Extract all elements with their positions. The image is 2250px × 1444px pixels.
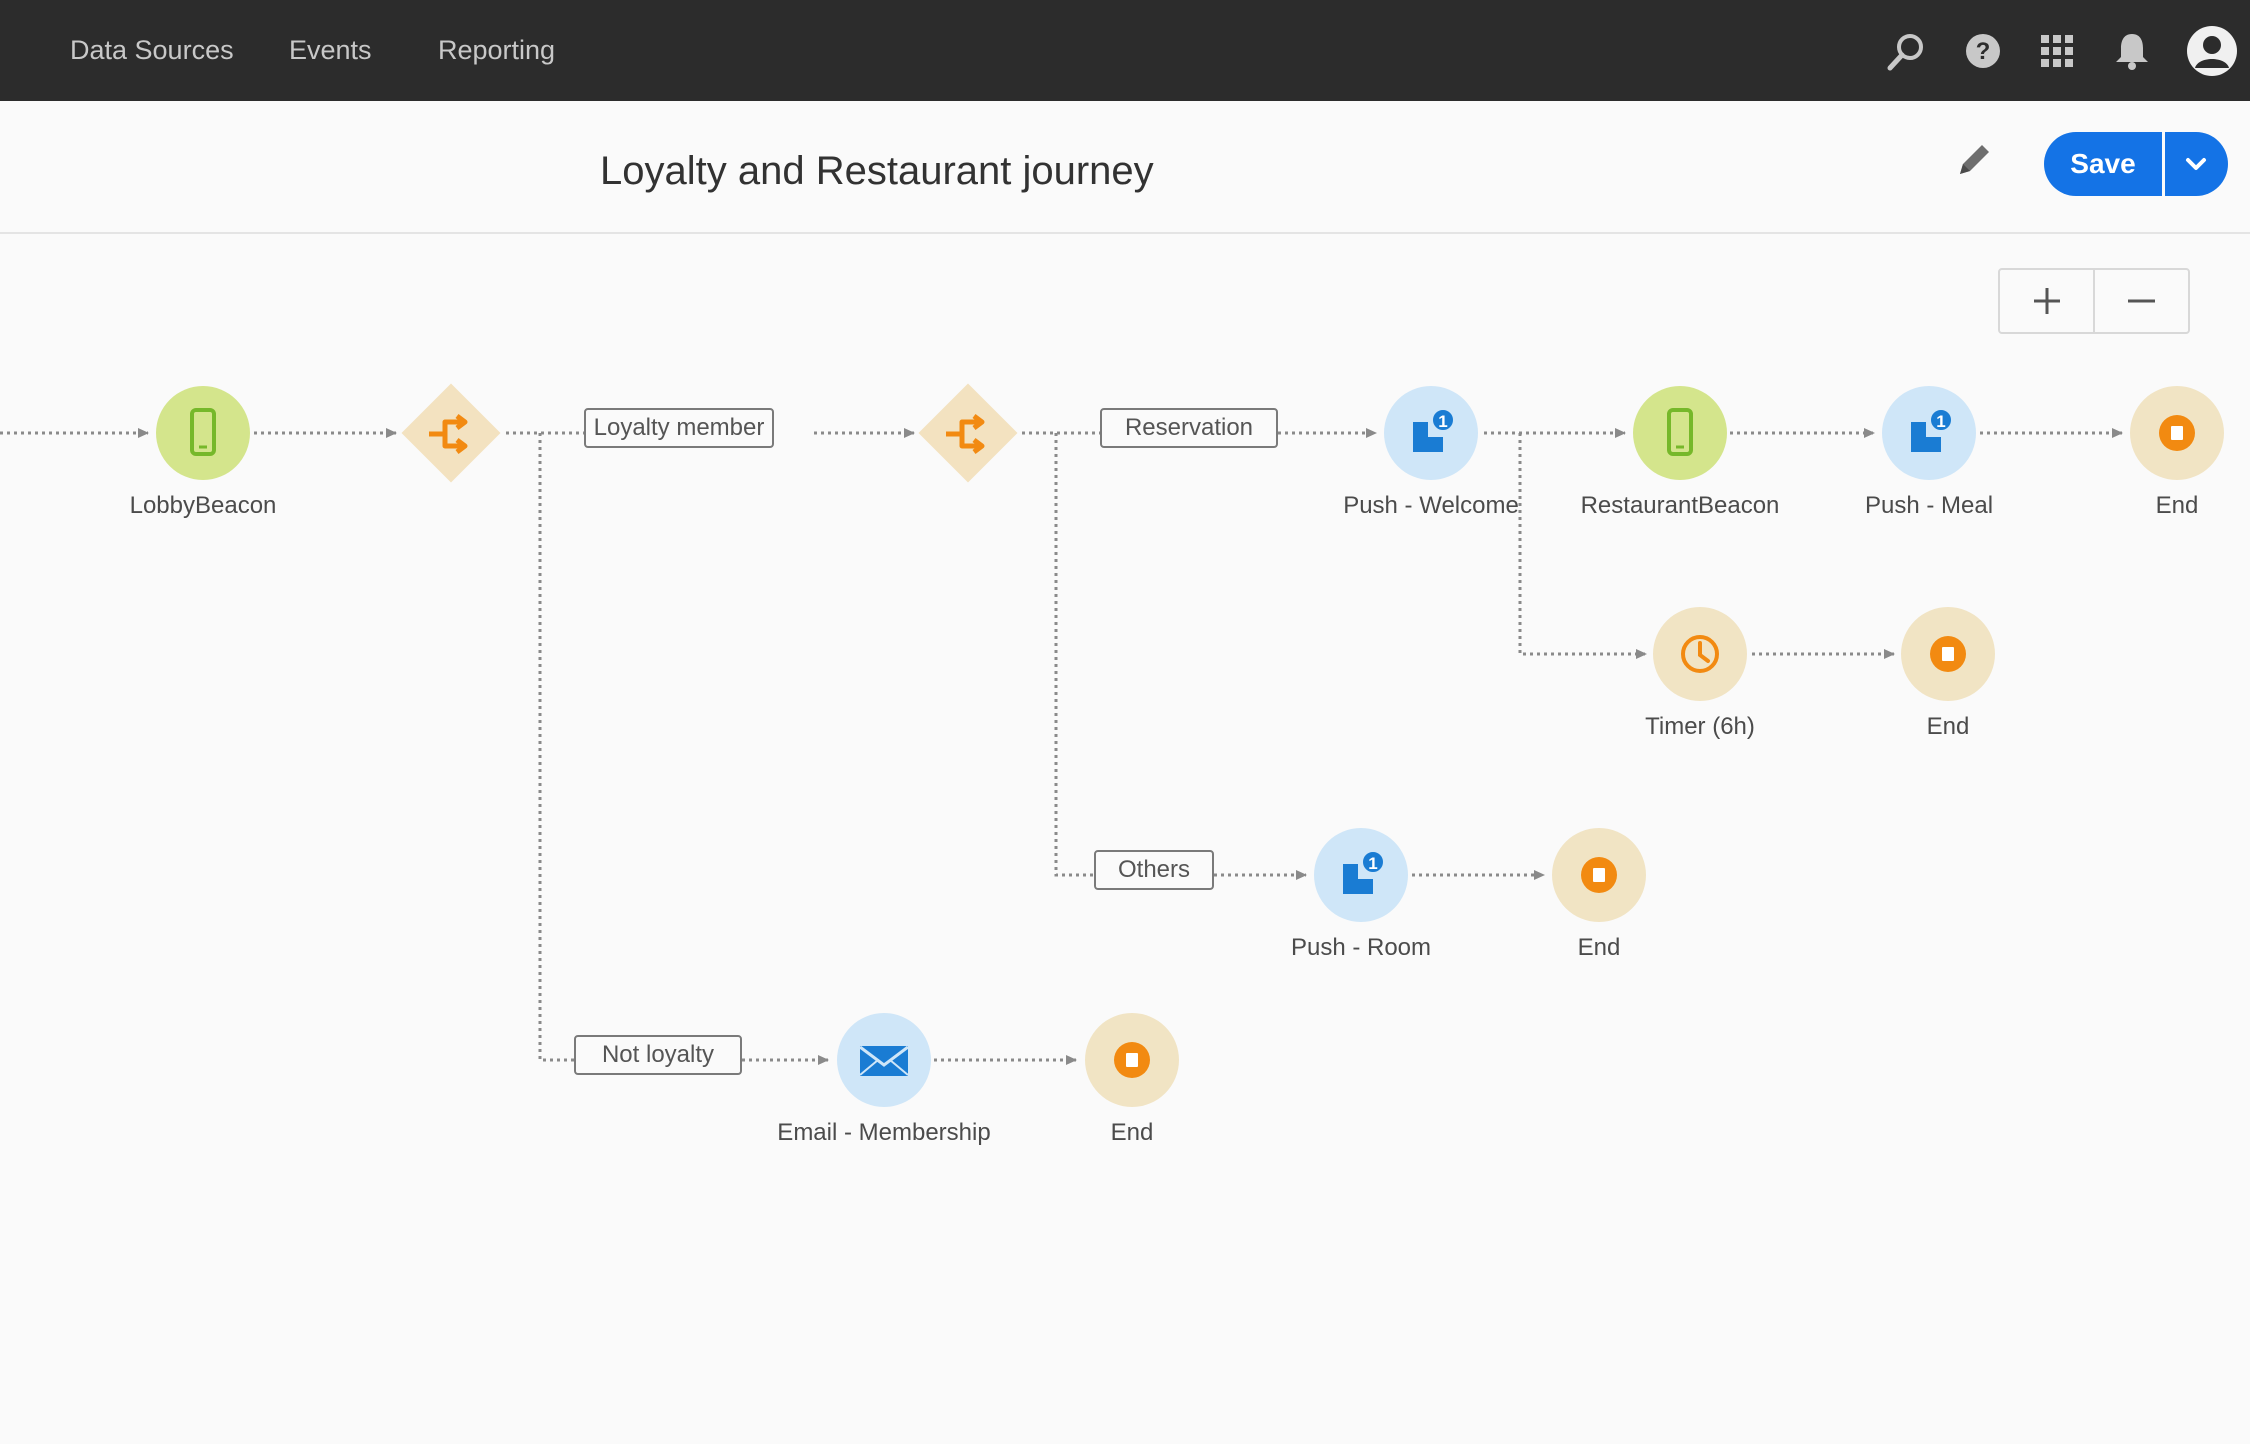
push-notification-icon: 1 (1413, 408, 1455, 452)
pencil-icon[interactable] (1956, 142, 1992, 183)
node-label: Push - Welcome (1343, 492, 1519, 519)
node-label: End (1577, 934, 1621, 961)
svg-text:?: ? (1976, 38, 1991, 65)
branch-label-loyalty-member[interactable]: Loyalty member (584, 408, 774, 448)
bell-icon[interactable] (2115, 32, 2149, 75)
push-room-node[interactable]: 1 (1314, 828, 1408, 922)
svg-text:1: 1 (1368, 854, 1377, 873)
end-node[interactable] (1085, 1013, 1179, 1107)
journey-canvas[interactable]: LobbyBeacon Loyalty member Reservation 1… (0, 234, 2250, 1444)
top-navigation-bar: Data Sources Events Reporting ? (0, 0, 2250, 101)
nav-reporting[interactable]: Reporting (438, 30, 555, 70)
mobile-phone-icon (1667, 408, 1693, 456)
stop-icon (1930, 636, 1966, 672)
push-meal-node[interactable]: 1 (1882, 386, 1976, 480)
node-label: End (1926, 713, 1970, 740)
svg-text:1: 1 (1936, 412, 1945, 431)
journey-header: Loyalty and Restaurant journey (0, 101, 2250, 234)
email-membership-node[interactable] (837, 1013, 931, 1107)
clock-icon (1681, 635, 1719, 673)
node-label: End (2155, 492, 2199, 519)
envelope-icon (859, 1045, 909, 1076)
node-label: LobbyBeacon (129, 492, 277, 519)
lobby-beacon-node[interactable] (156, 386, 250, 480)
push-notification-icon: 1 (1911, 408, 1953, 452)
end-node[interactable] (1901, 607, 1995, 701)
search-icon[interactable] (1886, 32, 1926, 77)
end-node[interactable] (2130, 386, 2224, 480)
svg-text:1: 1 (1438, 412, 1447, 431)
split-arrows-icon (944, 414, 992, 459)
end-node[interactable] (1552, 828, 1646, 922)
branch-label-not-loyalty[interactable]: Not loyalty (574, 1035, 742, 1075)
page-title: Loyalty and Restaurant journey (600, 149, 1154, 193)
stop-icon (2159, 415, 2195, 451)
save-button[interactable]: Save (2044, 132, 2162, 196)
timer-node[interactable] (1653, 607, 1747, 701)
node-label: RestaurantBeacon (1580, 492, 1780, 519)
restaurant-beacon-node[interactable] (1633, 386, 1727, 480)
mobile-phone-icon (190, 408, 216, 456)
stop-icon (1114, 1042, 1150, 1078)
chevron-down-icon (2186, 158, 2206, 170)
user-avatar-icon[interactable] (2186, 25, 2238, 82)
node-label: Push - Room (1290, 934, 1432, 961)
apps-grid-icon[interactable] (2040, 34, 2074, 73)
branch-label-others[interactable]: Others (1094, 850, 1214, 890)
node-label: Push - Meal (1864, 492, 1994, 519)
split-arrows-icon (427, 414, 475, 459)
help-icon[interactable]: ? (1964, 32, 2002, 75)
branch-label-reservation[interactable]: Reservation (1100, 408, 1278, 448)
nav-events[interactable]: Events (289, 30, 372, 70)
nav-data-sources[interactable]: Data Sources (70, 30, 234, 70)
save-button-group: Save (2044, 132, 2228, 196)
node-label: Email - Membership (777, 1119, 991, 1146)
push-notification-icon: 1 (1343, 850, 1385, 894)
save-options-dropdown[interactable] (2165, 132, 2228, 196)
node-label: Timer (6h) (1645, 713, 1755, 740)
node-label: End (1110, 1119, 1154, 1146)
stop-icon (1581, 857, 1617, 893)
push-welcome-node[interactable]: 1 (1384, 386, 1478, 480)
